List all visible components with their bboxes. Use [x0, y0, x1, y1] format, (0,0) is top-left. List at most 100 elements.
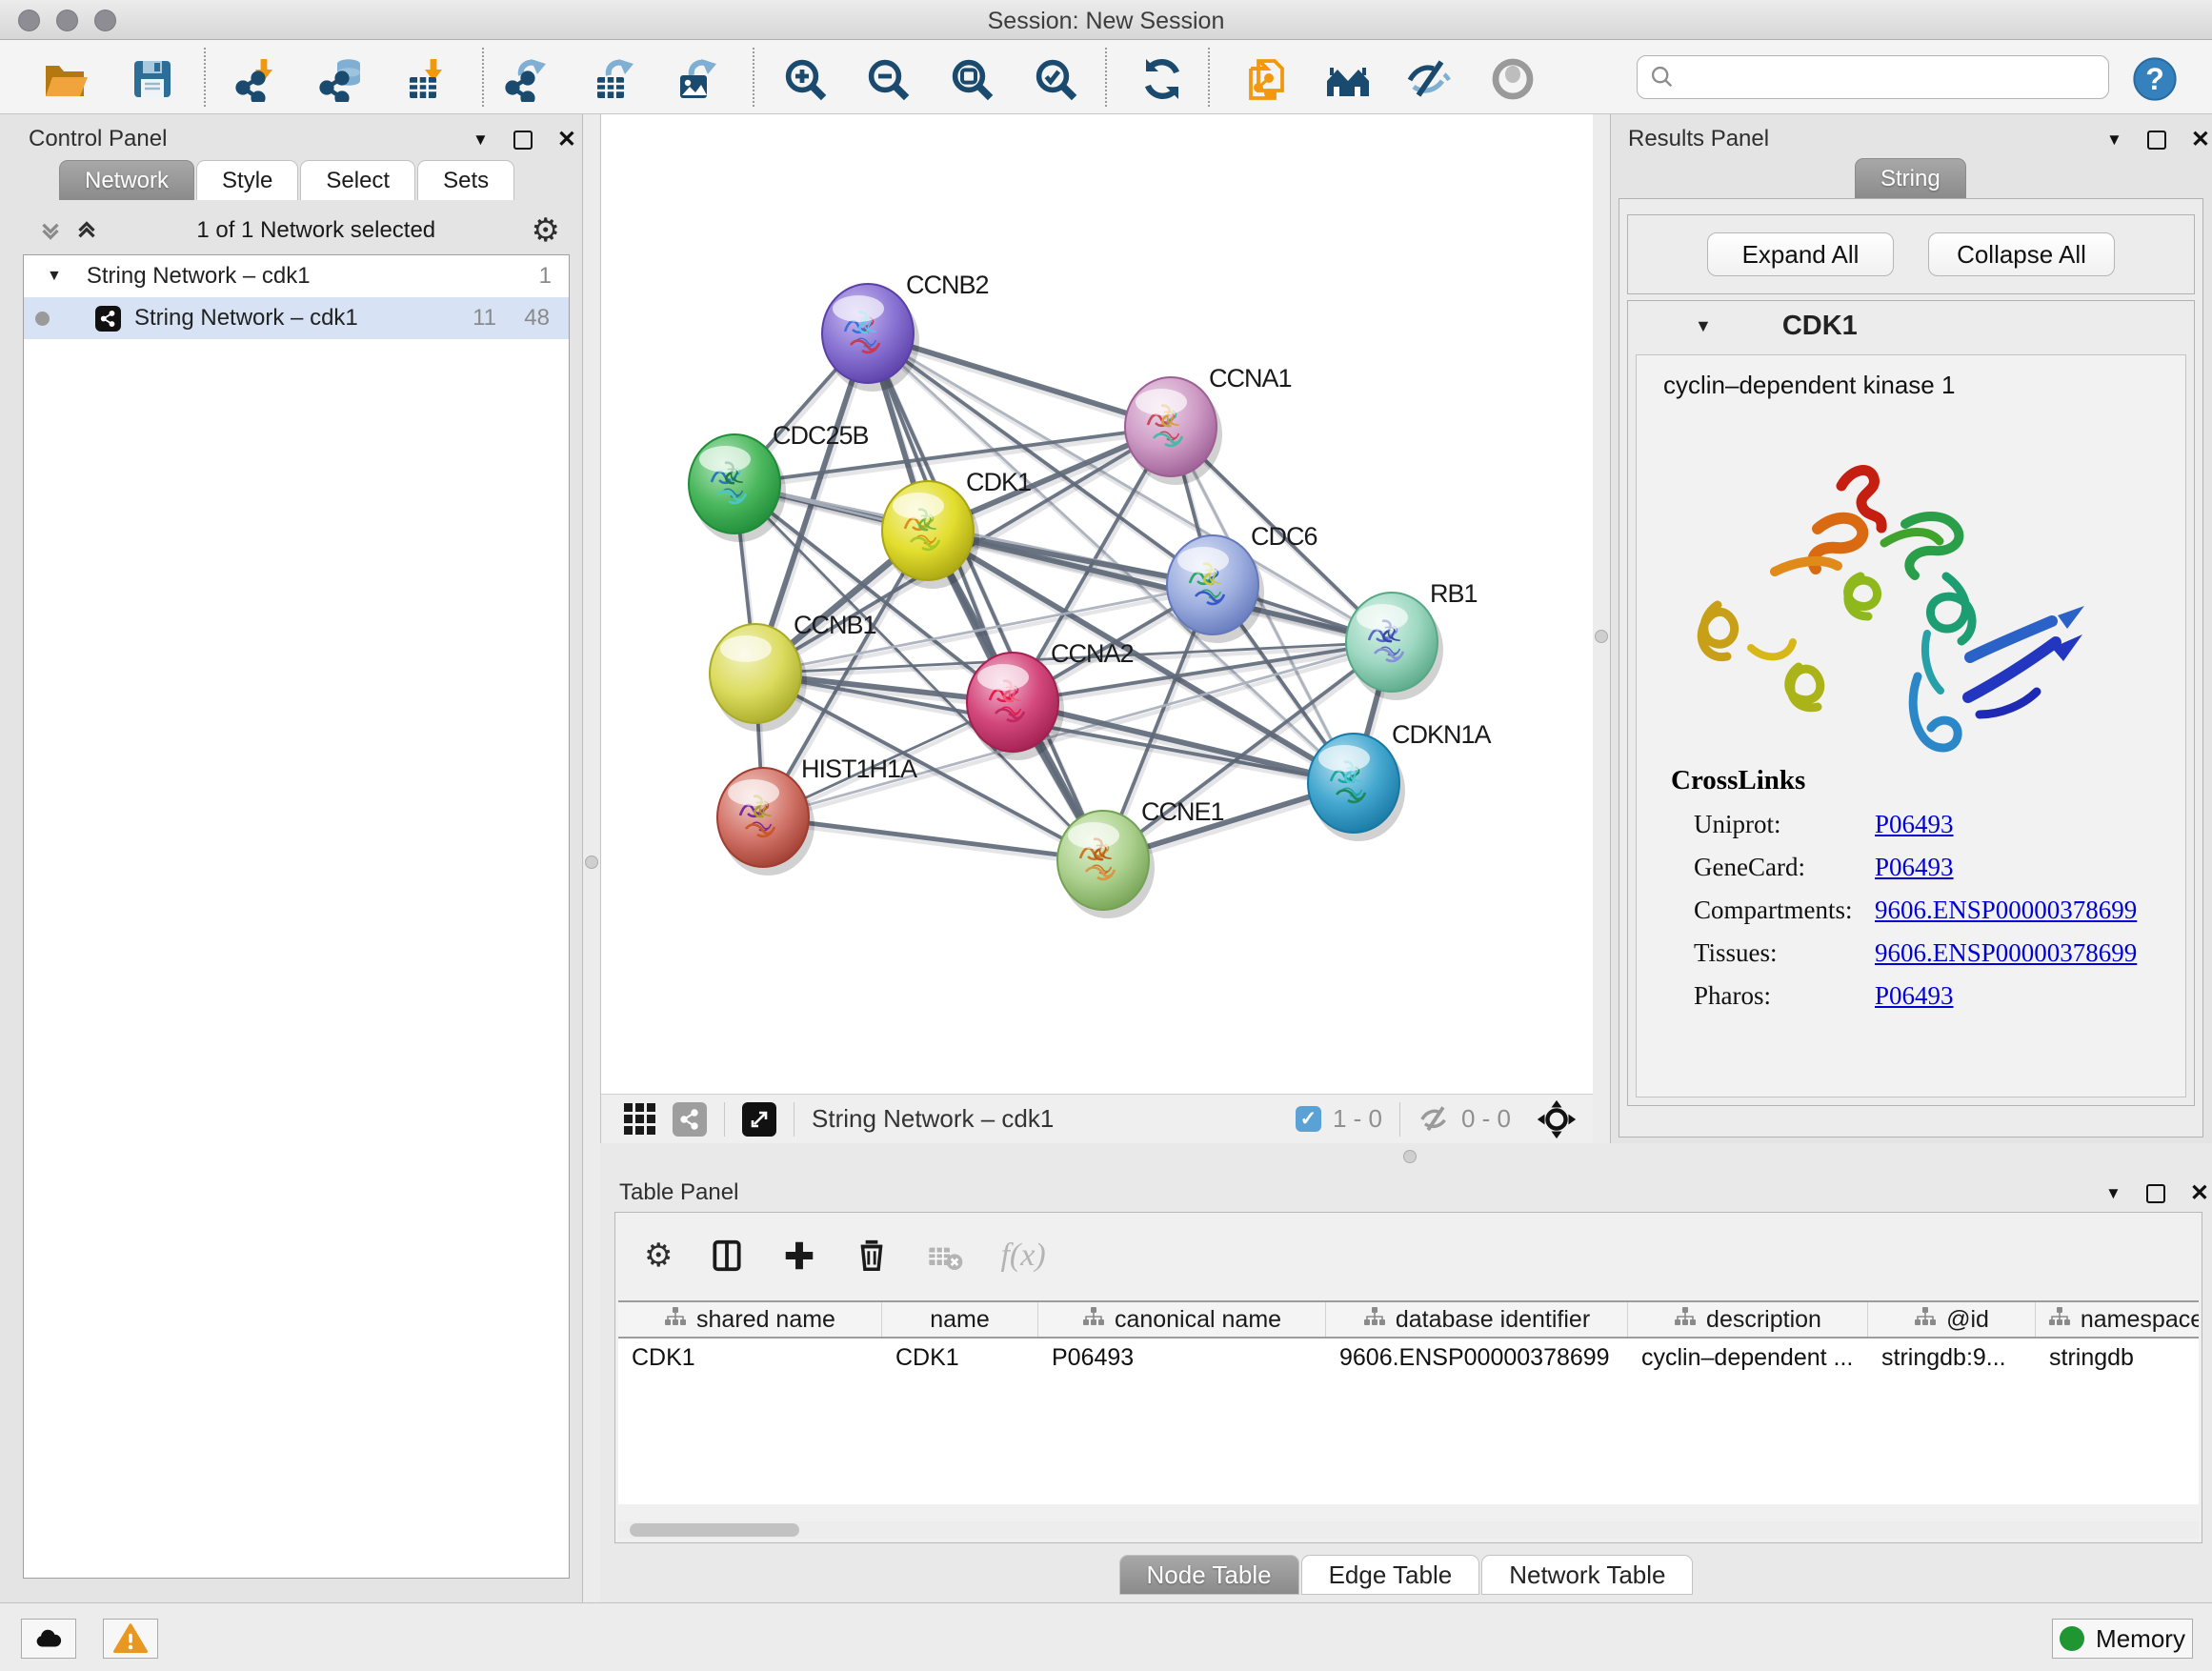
crosslink-link[interactable]: 9606.ENSP00000378699 [1875, 938, 2137, 968]
cloud-button[interactable] [21, 1619, 76, 1659]
show-all-icon[interactable] [1488, 54, 1538, 104]
table-hscrollbar-thumb[interactable] [630, 1523, 799, 1537]
column-header-name[interactable]: name [882, 1302, 1038, 1337]
selected-nodes-checkbox[interactable]: ✓ [1296, 1106, 1321, 1132]
crosslink-link[interactable]: P06493 [1875, 981, 1954, 1011]
table-cell[interactable]: cyclin–dependent ... [1628, 1339, 1868, 1377]
hide-selected-icon[interactable] [1404, 54, 1454, 104]
network-node-CDKN1A[interactable]: CDKN1A [1308, 720, 1492, 841]
table-close-icon[interactable]: ✕ [2190, 1179, 2209, 1207]
column-header-database-identifier[interactable]: database identifier [1326, 1302, 1628, 1337]
open-session-icon[interactable] [40, 54, 90, 104]
tree-expander-icon[interactable]: ▼ [47, 268, 62, 285]
table-options-gear-icon[interactable]: ⚙︎ [644, 1239, 673, 1272]
tab-sets[interactable]: Sets [417, 160, 514, 200]
search-field[interactable] [1683, 64, 2108, 91]
panel-float-icon[interactable] [513, 131, 533, 150]
results-float-icon[interactable] [2147, 131, 2166, 150]
crosslink-row: Uniprot:P06493 [1694, 810, 2186, 839]
column-header-namespace[interactable]: namespace [2036, 1302, 2199, 1337]
import-table-icon[interactable] [402, 54, 452, 104]
network-status-dot [35, 312, 50, 326]
network-list: ▼ String Network – cdk1 1 String Network… [23, 254, 570, 1579]
table-hscrollbar[interactable] [618, 1521, 2199, 1539]
tab-string[interactable]: String [1855, 158, 1966, 198]
table-cell[interactable]: stringdb:9... [1868, 1339, 2036, 1377]
column-header-description[interactable]: description [1628, 1302, 1868, 1337]
collapse-all-button[interactable]: Collapse All [1928, 232, 2115, 276]
birdseye-grid-icon[interactable] [624, 1103, 655, 1135]
zoom-in-icon[interactable] [780, 54, 830, 104]
panel-close-icon[interactable]: ✕ [557, 126, 576, 153]
crosslink-link[interactable]: 9606.ENSP00000378699 [1875, 896, 2137, 925]
network-canvas[interactable]: CCNB2CCNA1CDC25BCDK1CDC6RB1CCNB1CCNA2CDK… [600, 114, 1593, 1094]
help-icon[interactable]: ? [2130, 54, 2180, 104]
table-float-icon[interactable] [2146, 1184, 2165, 1203]
table-cell[interactable]: CDK1 [618, 1339, 882, 1377]
table-collapse-icon[interactable]: ▼ [2105, 1184, 2122, 1203]
column-header-canonical-name[interactable]: canonical name [1038, 1302, 1326, 1337]
tab-network[interactable]: Network [59, 160, 194, 200]
table-cell[interactable]: 9606.ENSP00000378699 [1326, 1339, 1628, 1377]
string-tab-icon[interactable] [673, 1102, 707, 1137]
network-node-RB1[interactable]: RB1 [1346, 579, 1478, 700]
network-options-gear-icon[interactable]: ⚙︎ [532, 214, 560, 247]
node-table[interactable]: shared namenamecanonical namedatabase id… [618, 1300, 2199, 1504]
import-network-icon[interactable] [232, 54, 282, 104]
expand-all-button[interactable]: Expand All [1707, 232, 1894, 276]
horizontal-splitter[interactable] [600, 1143, 2212, 1170]
apply-layout-icon[interactable] [1137, 54, 1187, 104]
import-network-database-icon[interactable] [316, 54, 366, 104]
network-node-HIST1H1A[interactable]: HIST1H1A [717, 755, 917, 876]
results-close-icon[interactable]: ✕ [2191, 126, 2210, 153]
zoom-out-icon[interactable] [863, 54, 913, 104]
tab-node-table[interactable]: Node Table [1119, 1555, 1299, 1595]
left-splitter-grip[interactable] [585, 856, 598, 869]
search-input[interactable] [1637, 55, 2109, 99]
crosslink-link[interactable]: P06493 [1875, 853, 1954, 882]
edge-count: 48 [524, 305, 550, 332]
home-icon[interactable] [1323, 54, 1373, 104]
table-row[interactable]: CDK1CDK1P064939606.ENSP00000378699cyclin… [618, 1339, 2199, 1377]
zoom-fit-icon[interactable] [947, 54, 996, 104]
warning-button[interactable] [103, 1619, 158, 1659]
show-columns-icon[interactable] [709, 1238, 745, 1274]
zoom-selected-icon[interactable] [1031, 54, 1080, 104]
tab-network-table[interactable]: Network Table [1481, 1555, 1693, 1595]
crosslink-link[interactable]: P06493 [1875, 810, 1954, 839]
export-network-icon[interactable] [502, 54, 552, 104]
collection-label: String Network – cdk1 [87, 263, 311, 290]
network-node-CCNE1[interactable]: CCNE1 [1057, 797, 1224, 918]
tab-edge-table[interactable]: Edge Table [1301, 1555, 1480, 1595]
export-image-icon[interactable] [673, 54, 722, 104]
create-column-icon[interactable] [781, 1238, 817, 1274]
table-cell[interactable]: CDK1 [882, 1339, 1038, 1377]
entry-collapse-icon[interactable]: ▼ [1695, 316, 1712, 336]
delete-column-icon[interactable] [854, 1238, 890, 1274]
right-splitter-grip[interactable] [1595, 630, 1608, 643]
collapse-all-icon[interactable] [36, 216, 65, 245]
results-collapse-icon[interactable]: ▼ [2106, 131, 2122, 150]
string-import-icon[interactable] [1242, 54, 1292, 104]
table-cell[interactable]: P06493 [1038, 1339, 1326, 1377]
tab-select[interactable]: Select [300, 160, 415, 200]
save-session-icon[interactable] [128, 54, 177, 104]
expand-all-icon[interactable] [72, 216, 101, 245]
network-collection-row[interactable]: ▼ String Network – cdk1 1 [24, 255, 569, 297]
hidden-count: 0 - 0 [1461, 1104, 1511, 1134]
fit-selected-crosshair-icon[interactable] [1536, 1098, 1578, 1140]
memory-button[interactable]: Memory [2052, 1619, 2193, 1659]
tab-style[interactable]: Style [196, 160, 298, 200]
horizontal-splitter-grip[interactable] [1403, 1150, 1417, 1163]
panel-collapse-icon[interactable]: ▼ [473, 131, 489, 150]
export-table-icon[interactable] [590, 54, 639, 104]
table-cell[interactable]: stringdb [2036, 1339, 2199, 1377]
network-row-selected[interactable]: String Network – cdk1 11 48 [24, 297, 569, 339]
network-node-CCNB2[interactable]: CCNB2 [822, 271, 989, 392]
open-in-window-icon[interactable] [742, 1102, 776, 1137]
column-header--id[interactable]: @id [1868, 1302, 2036, 1337]
cloud-icon [32, 1622, 65, 1655]
network-node-CCNA1[interactable]: CCNA1 [1125, 364, 1292, 485]
cdk1-entry: ▼ CDK1 cyclin–dependent kinase 1 [1627, 300, 2195, 1106]
column-header-shared-name[interactable]: shared name [618, 1302, 882, 1337]
